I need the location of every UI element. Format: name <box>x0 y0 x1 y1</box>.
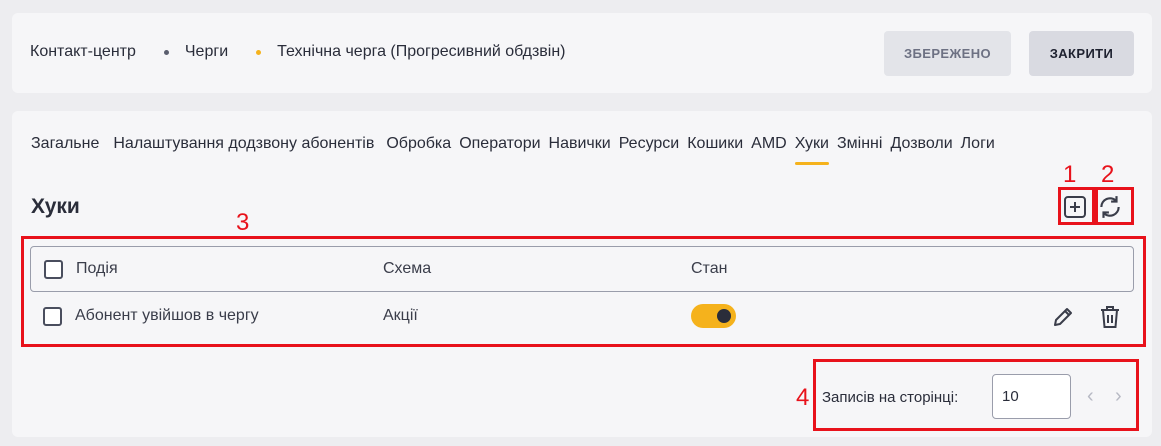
tab-processing[interactable]: Обробка <box>386 135 451 153</box>
breadcrumb-separator <box>163 49 169 55</box>
annotation-box-2 <box>1095 187 1134 225</box>
tab-resources[interactable]: Ресурси <box>619 135 680 153</box>
tab-amd[interactable]: AMD <box>751 135 787 153</box>
tab-baskets[interactable]: Кошики <box>687 135 743 153</box>
annotation-label-1: 1 <box>1063 161 1077 188</box>
saved-button[interactable]: ЗБЕРЕЖЕНО <box>884 31 1011 76</box>
breadcrumb: Контакт-центр Черги Технічна черга (Прог… <box>30 43 566 61</box>
breadcrumb-queues[interactable]: Черги <box>185 43 228 61</box>
breadcrumb-current: Технічна черга (Прогресивний обдзвін) <box>277 43 566 60</box>
tab-variables[interactable]: Змінні <box>837 135 882 153</box>
tab-logs[interactable]: Логи <box>961 135 995 153</box>
tab-operators[interactable]: Оператори <box>459 135 540 153</box>
tab-general[interactable]: Загальне <box>31 135 99 153</box>
annotation-box-3 <box>21 236 1146 347</box>
annotation-label-3: 3 <box>236 209 250 236</box>
annotation-label-2: 2 <box>1101 161 1115 188</box>
breadcrumb-separator-active <box>256 49 262 55</box>
annotation-box-1 <box>1058 187 1095 225</box>
section-title: Хуки <box>31 195 80 218</box>
tab-permissions[interactable]: Дозволи <box>890 135 952 153</box>
annotation-box-4 <box>813 359 1139 431</box>
breadcrumb-contact-center[interactable]: Контакт-центр <box>30 43 136 61</box>
close-button[interactable]: ЗАКРИТИ <box>1029 31 1134 76</box>
tab-skills[interactable]: Навички <box>549 135 611 153</box>
tab-dial-settings[interactable]: Налаштування додзвону абонентів <box>113 135 374 153</box>
header-bar: Контакт-центр Черги Технічна черга (Прог… <box>12 13 1152 93</box>
annotation-label-4: 4 <box>796 384 810 411</box>
tab-bar: Загальне Налаштування додзвону абонентів… <box>31 135 1003 165</box>
tab-hooks[interactable]: Хуки <box>794 135 830 165</box>
